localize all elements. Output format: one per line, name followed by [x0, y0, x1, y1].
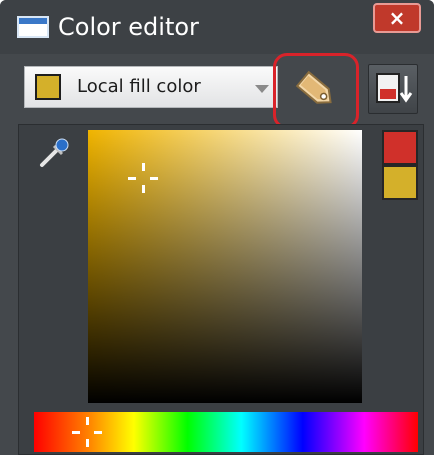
chevron-down-icon — [255, 85, 269, 93]
hue-crosshair[interactable] — [72, 417, 102, 447]
eyedropper-icon — [40, 138, 69, 167]
new-color-swatch[interactable] — [382, 130, 418, 165]
hue-slider[interactable] — [34, 412, 418, 452]
eyedropper-button[interactable] — [34, 136, 70, 172]
title-bar: Color editor × — [0, 0, 434, 54]
highlight-outline — [273, 53, 359, 129]
saturation-value-picker[interactable] — [88, 130, 362, 403]
fill-type-dropdown[interactable]: Local fill color — [24, 66, 278, 108]
color-editor-window-icon — [17, 16, 49, 38]
original-color-swatch[interactable] — [382, 165, 418, 200]
fill-type-label: Local fill color — [77, 76, 201, 97]
color-menu-button[interactable] — [368, 64, 418, 114]
close-button[interactable]: × — [373, 3, 421, 33]
value-gradient — [88, 130, 362, 403]
window-title: Color editor — [58, 13, 199, 41]
close-icon: × — [388, 6, 406, 30]
fill-color-swatch — [35, 74, 61, 100]
color-editor-window: Color editor × Local fill color — [0, 0, 434, 455]
color-menu-icon — [376, 73, 413, 103]
